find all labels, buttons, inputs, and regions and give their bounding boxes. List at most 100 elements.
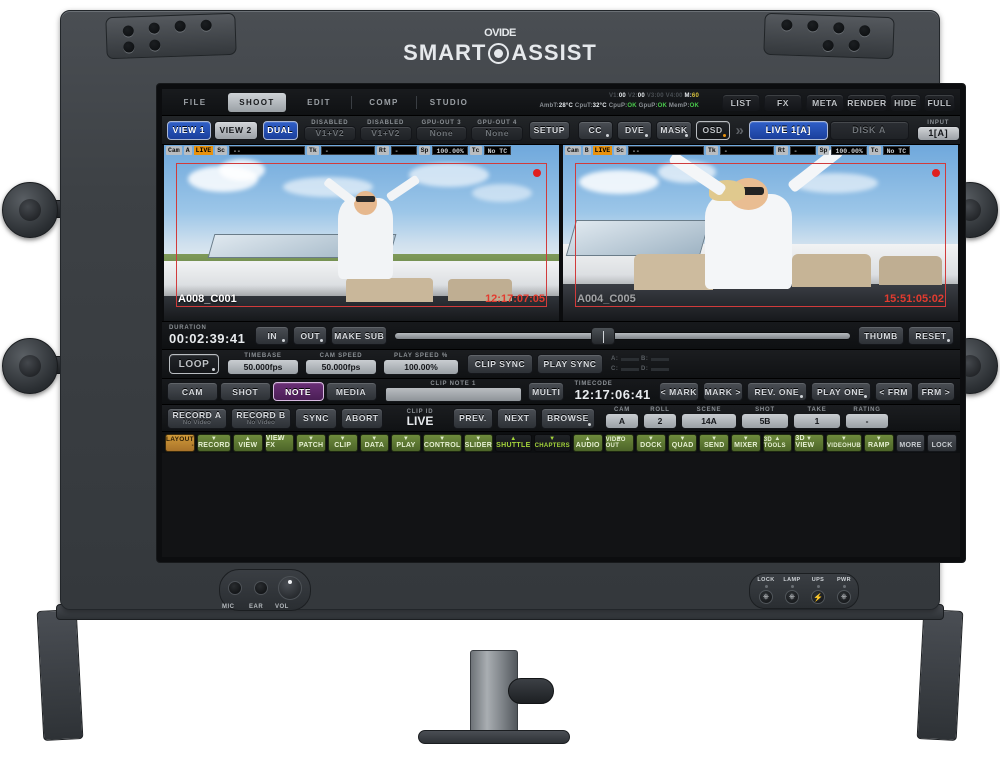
meta-field-rating[interactable]: RATING - xyxy=(845,407,889,429)
frame-next-button[interactable]: FRM > xyxy=(916,382,956,401)
menu-item-file[interactable]: FILE xyxy=(166,93,224,112)
indicator-lamp[interactable]: LAMP ⎈ xyxy=(780,577,804,604)
function-button-control[interactable]: ▼ CONTROL xyxy=(422,433,462,452)
fx-button[interactable]: FX xyxy=(764,94,802,111)
meta-field-scene[interactable]: SCENE 14A xyxy=(681,407,737,429)
power-button-icon-lock[interactable]: ⎈ xyxy=(759,590,773,604)
meta-field-scene-value[interactable]: 14A xyxy=(681,413,737,429)
mask-button[interactable]: MASK xyxy=(656,120,692,140)
disk-source-button[interactable]: DISK A xyxy=(829,120,909,140)
function-button-dock[interactable]: ▼ DOCK xyxy=(636,433,666,452)
function-button-audio[interactable]: ▲ AUDIO xyxy=(572,433,603,452)
gpu-out-slot-3-value[interactable]: None xyxy=(415,125,468,141)
lightning-bolt-icon-ups[interactable]: ⚡ xyxy=(811,590,825,604)
function-button-ramp[interactable]: ▼ RAMP xyxy=(864,433,894,452)
left-upper-pivot[interactable] xyxy=(2,182,58,238)
function-button-patch[interactable]: ▼ PATCH xyxy=(296,433,326,452)
reset-button[interactable]: RESET xyxy=(908,326,954,345)
meta-field-shot-value[interactable]: 5B xyxy=(741,413,789,429)
function-button-quad[interactable]: ▼ QUAD xyxy=(667,433,698,452)
volume-knob[interactable] xyxy=(278,576,302,600)
function-button-layout[interactable]: LAYOUT - xyxy=(165,433,195,452)
function-button-record[interactable]: ▼ RECORD xyxy=(196,433,232,452)
viewer-cam-a[interactable]: Cam A LIVE Sc -- Tk - Rt - Sp 100.00% Tc xyxy=(164,145,559,321)
meta-field-rating-value[interactable]: - xyxy=(845,413,889,429)
thumb-button[interactable]: THUMB xyxy=(858,326,904,345)
rev-one-button[interactable]: REV. ONE xyxy=(746,382,807,401)
gpu-out-slot-3[interactable]: GPU-OUT 3 None xyxy=(415,120,468,141)
dve-button[interactable]: DVE xyxy=(616,120,653,140)
function-button-slider[interactable]: ▼ SLIDER xyxy=(463,433,494,452)
menu-item-studio[interactable]: STUDIO xyxy=(420,93,478,112)
tab-cam[interactable]: CAM xyxy=(167,382,218,401)
prev-clip-button[interactable]: PREV. xyxy=(453,407,493,429)
function-button-mixer[interactable]: ▼ MIXER xyxy=(731,433,761,452)
cc-button[interactable]: CC xyxy=(577,120,613,140)
menu-item-shoot[interactable]: SHOOT xyxy=(228,92,286,112)
power-button-icon-lamp[interactable]: ⎈ xyxy=(785,590,799,604)
sync-button[interactable]: SYNC xyxy=(295,407,337,429)
gpu-out-slot-1-value[interactable]: V1+V2 xyxy=(303,125,356,141)
next-clip-button[interactable]: NEXT xyxy=(497,407,537,429)
function-button-view-fx[interactable]: ▲ VIEW FX xyxy=(264,433,295,452)
scrub-handle[interactable] xyxy=(590,326,615,345)
function-button-more[interactable]: MORE xyxy=(895,433,926,452)
meta-field-roll[interactable]: ROLL 2 xyxy=(643,407,677,429)
frame-prev-button[interactable]: < FRM xyxy=(874,382,913,401)
play-speed-value[interactable]: 100.00% xyxy=(383,359,459,375)
view1-button[interactable]: VIEW 1 xyxy=(167,120,211,140)
power-button-icon-pwr[interactable]: ⎈ xyxy=(837,590,851,604)
multi-button[interactable]: MULTI xyxy=(528,382,565,401)
setup-button[interactable]: SETUP xyxy=(529,120,570,140)
list-button[interactable]: LIST xyxy=(722,94,760,111)
gpu-out-slot-4-value[interactable]: None xyxy=(471,125,524,141)
mic-jack[interactable] xyxy=(228,581,242,595)
menu-item-comp[interactable]: COMP xyxy=(355,93,413,112)
meta-field-cam[interactable]: CAM A xyxy=(605,407,639,429)
mark-prev-button[interactable]: < MARK xyxy=(658,382,699,401)
tab-shot[interactable]: SHOT xyxy=(219,382,271,401)
loop-button[interactable]: LOOP xyxy=(169,354,219,374)
left-lower-pivot[interactable] xyxy=(2,338,58,394)
view2-button[interactable]: VIEW 2 xyxy=(213,120,258,140)
function-button-lock[interactable]: LOCK xyxy=(927,433,957,452)
meta-button[interactable]: META xyxy=(806,94,844,111)
function-button-videohub[interactable]: ▼ VIDEOHUB xyxy=(825,433,863,452)
abort-button[interactable]: ABORT xyxy=(341,407,383,429)
full-button[interactable]: FULL xyxy=(924,94,955,111)
cam-speed-value[interactable]: 50.000fps xyxy=(305,359,377,375)
play-speed-field[interactable]: PLAY SPEED % 100.00% xyxy=(383,353,459,375)
function-button-video-out[interactable]: ▼ VIDEO OUT xyxy=(604,433,635,452)
function-button-send[interactable]: ▼ SEND xyxy=(699,433,730,452)
double-chevron-right-icon[interactable]: » xyxy=(736,122,745,139)
hide-button[interactable]: HIDE xyxy=(890,94,921,111)
play-one-button[interactable]: PLAY ONE xyxy=(810,382,871,401)
clip-sync-button[interactable]: CLIP SYNC xyxy=(467,354,533,374)
meta-field-shot[interactable]: SHOT 5B xyxy=(741,407,789,429)
cam-speed-field[interactable]: CAM SPEED 50.000fps xyxy=(305,353,377,375)
indicator-lock[interactable]: LOCK ⎈ xyxy=(754,577,778,604)
meta-field-take-value[interactable]: 1 xyxy=(793,413,841,429)
meta-field-roll-value[interactable]: 2 xyxy=(643,413,677,429)
function-button-play[interactable]: ▼ PLAY xyxy=(391,433,421,452)
browse-button[interactable]: BROWSE xyxy=(541,407,595,429)
clip-note-input[interactable] xyxy=(384,387,523,402)
function-button-chapters[interactable]: ▼ CHAPTERS xyxy=(533,433,571,452)
meta-field-cam-value[interactable]: A xyxy=(605,413,639,429)
make-sub-button[interactable]: MAKE SUB xyxy=(331,326,388,345)
gpu-out-slot-1[interactable]: DISABLED V1+V2 xyxy=(303,120,356,141)
function-button-3d-view[interactable]: ▼ 3D VIEW xyxy=(794,433,824,452)
stand-lock-knob[interactable] xyxy=(508,678,554,704)
record-a-button[interactable]: RECORD A No Video xyxy=(167,407,227,429)
meta-field-take[interactable]: TAKE 1 xyxy=(793,407,841,429)
gpu-out-slot-2[interactable]: DISABLED V1+V2 xyxy=(359,120,412,141)
indicator-pwr[interactable]: PWR ⎈ xyxy=(832,577,856,604)
input-selector[interactable]: INPUT 1[A] xyxy=(916,120,960,141)
dual-button[interactable]: DUAL xyxy=(262,120,298,140)
function-button-clip[interactable]: ▼ CLIP xyxy=(327,433,358,452)
record-b-button[interactable]: RECORD B No Video xyxy=(231,407,291,429)
mark-next-button[interactable]: MARK > xyxy=(702,382,743,401)
scrub-bar[interactable] xyxy=(395,326,850,345)
render-button[interactable]: RENDER xyxy=(847,94,887,111)
menu-item-edit[interactable]: EDIT xyxy=(290,93,348,112)
